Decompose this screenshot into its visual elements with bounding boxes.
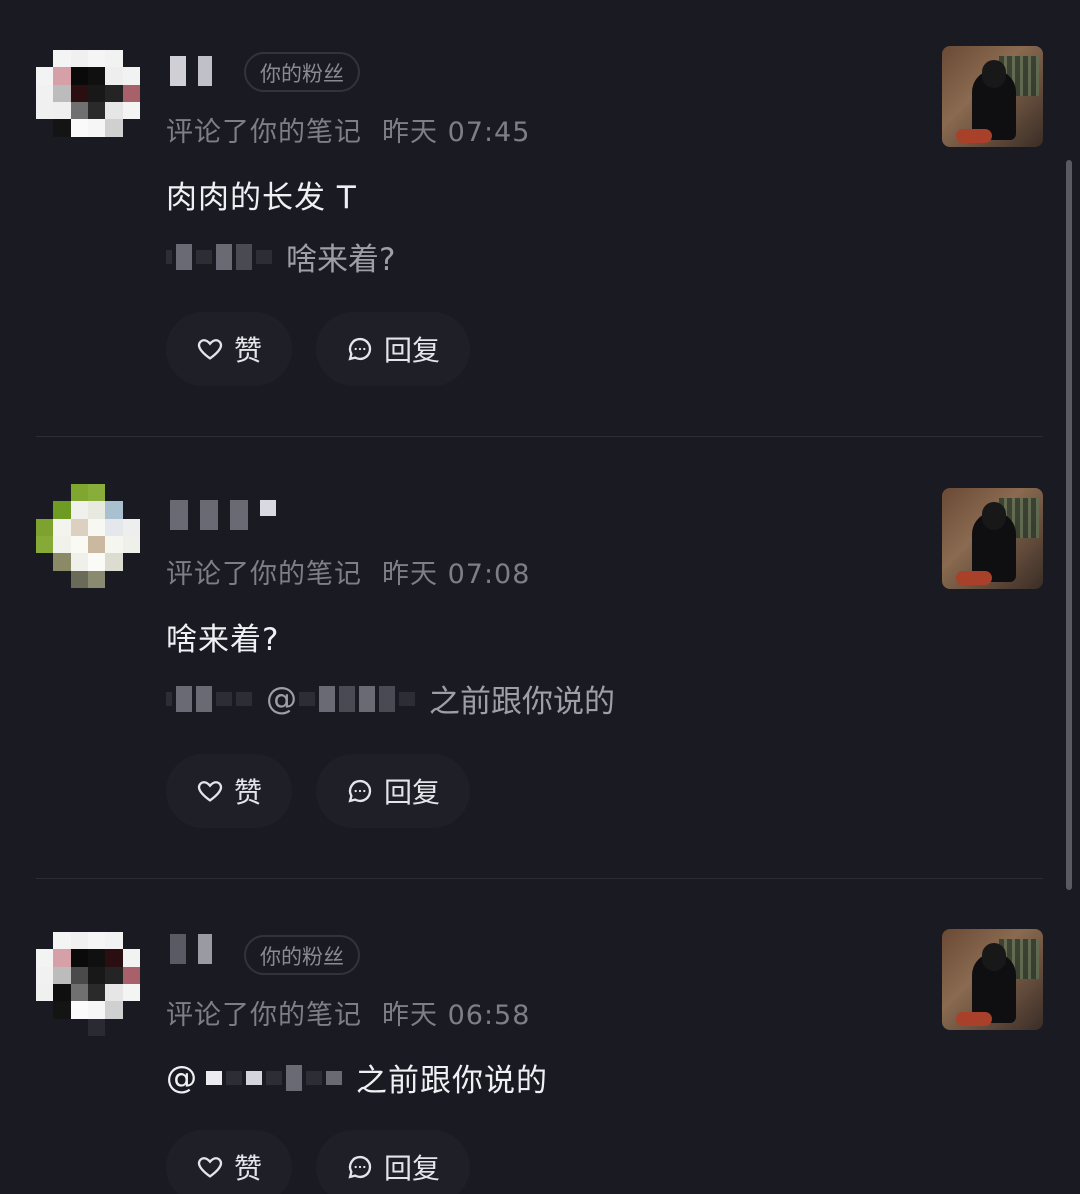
heart-icon <box>197 339 223 360</box>
note-thumbnail[interactable] <box>942 46 1043 147</box>
fan-badge: 你的粉丝 <box>244 935 360 975</box>
comment-actions: 赞 回复 <box>166 1130 471 1194</box>
mention-at: @ <box>166 1059 198 1096</box>
reply-button[interactable]: 回复 <box>316 312 471 386</box>
quoted-username-redacted <box>166 685 252 712</box>
comment-actions: 赞 回复 <box>166 754 471 828</box>
timestamp: 昨天 06:58 <box>382 1000 531 1031</box>
like-button[interactable]: 赞 <box>166 312 293 386</box>
comment-text: 肉肉的长发 T <box>166 180 357 216</box>
divider <box>36 436 1043 437</box>
reply-label: 回复 <box>384 1152 441 1185</box>
username-redacted[interactable] <box>170 934 212 964</box>
notification-list: 你的粉丝 评论了你的笔记昨天 07:45 肉肉的长发 T 啥来着? 赞 回复 <box>0 0 1080 1194</box>
timestamp: 昨天 07:45 <box>382 117 531 148</box>
quoted-text: 啥来着? <box>286 242 396 278</box>
chat-bubble-icon <box>348 1155 372 1179</box>
heart-icon <box>197 1157 223 1178</box>
timestamp: 昨天 07:08 <box>382 559 531 590</box>
like-label: 赞 <box>234 334 263 367</box>
like-button[interactable]: 赞 <box>166 1130 293 1194</box>
username-redacted[interactable] <box>170 56 212 86</box>
chat-bubble-icon <box>348 779 372 803</box>
quoted-at: @ <box>266 680 297 717</box>
divider <box>36 878 1043 879</box>
mention-redacted <box>206 1064 342 1091</box>
notification-meta: 评论了你的笔记 昨天 07:08 <box>166 552 530 591</box>
reply-label: 回复 <box>384 334 441 367</box>
heart-icon <box>197 781 223 802</box>
scrollbar[interactable] <box>1066 160 1072 890</box>
avatar[interactable] <box>36 932 140 1036</box>
avatar[interactable] <box>36 50 140 154</box>
note-thumbnail[interactable] <box>942 488 1043 589</box>
quoted-comment: 啥来着? <box>166 234 395 279</box>
avatar[interactable] <box>36 484 140 588</box>
quoted-text: 之前跟你说的 <box>429 684 615 720</box>
quoted-comment: @ 之前跟你说的 <box>166 676 615 721</box>
fan-badge: 你的粉丝 <box>244 52 360 92</box>
action-text: 评论了你的笔记 <box>166 1000 362 1031</box>
mention-redacted <box>299 685 415 712</box>
like-button[interactable]: 赞 <box>166 754 293 828</box>
reply-button[interactable]: 回复 <box>316 1130 471 1194</box>
comment-text: 啥来着? <box>166 622 280 658</box>
comment-actions: 赞 回复 <box>166 312 471 386</box>
quoted-username-redacted <box>166 243 272 270</box>
like-label: 赞 <box>234 776 263 809</box>
action-text: 评论了你的笔记 <box>166 559 362 590</box>
note-thumbnail[interactable] <box>942 929 1043 1030</box>
action-text: 评论了你的笔记 <box>166 117 362 148</box>
notification-meta: 评论了你的笔记 昨天 07:45 <box>166 110 530 149</box>
comment-text: @ 之前跟你说的 <box>166 1055 548 1100</box>
chat-bubble-icon <box>348 337 372 361</box>
like-label: 赞 <box>234 1152 263 1185</box>
username-redacted[interactable] <box>170 500 276 530</box>
reply-button[interactable]: 回复 <box>316 754 471 828</box>
comment-body: 之前跟你说的 <box>356 1063 548 1099</box>
notification-meta: 评论了你的笔记 昨天 06:58 <box>166 993 530 1032</box>
reply-label: 回复 <box>384 776 441 809</box>
